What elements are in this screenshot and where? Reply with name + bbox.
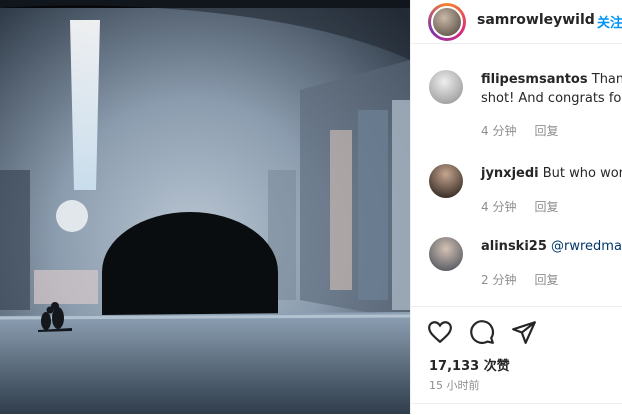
comment-item: alinski25 @rwredman 2 分钟 回复: [411, 237, 622, 307]
post-photo[interactable]: [0, 0, 410, 414]
comment-time: 2 分钟: [481, 273, 517, 287]
comment-text-line: alinski25 @rwredman: [481, 239, 622, 254]
commenter-avatar[interactable]: [429, 164, 463, 198]
author-username[interactable]: samrowleywild: [477, 12, 595, 28]
share-icon[interactable]: [511, 319, 537, 345]
like-count[interactable]: 17,133 次赞: [429, 355, 510, 374]
comment-text-continued: shot! And congrats fo: [481, 91, 622, 106]
commenter-avatar[interactable]: [429, 237, 463, 271]
comment-time: 4 分钟: [481, 200, 517, 214]
tube-tunnel-photo: [0, 0, 410, 414]
comment-text: But who won: [542, 166, 622, 181]
comment-username[interactable]: jynxjedi: [481, 166, 539, 181]
comment-text-line: jynxjedi But who won: [481, 166, 622, 181]
comment-meta: 2 分钟 回复: [481, 271, 558, 288]
comment-username[interactable]: filipesmsantos: [481, 72, 588, 87]
comment-text: Thank: [591, 72, 622, 87]
post-side-panel: samrowleywild 关注 filipesmsantos Thank sh…: [410, 0, 622, 414]
comment-meta: 4 分钟 回复: [481, 122, 558, 139]
comment-item: filipesmsantos Thank shot! And congrats …: [411, 70, 622, 140]
comment-text-line: filipesmsantos Thank: [481, 72, 622, 87]
post-header: samrowleywild 关注: [411, 0, 622, 44]
reply-button[interactable]: 回复: [534, 273, 558, 287]
divider: [411, 403, 622, 404]
comment-mention[interactable]: @rwredman: [551, 239, 622, 254]
post-time: 15 小时前: [429, 379, 480, 392]
follow-button[interactable]: 关注: [597, 12, 622, 31]
comment-item: jynxjedi But who won 4 分钟 回复: [411, 164, 622, 234]
commenter-avatar[interactable]: [429, 70, 463, 104]
post-actions: 17,133 次赞 15 小时前: [411, 306, 622, 415]
comment-time: 4 分钟: [481, 124, 517, 138]
comment-username[interactable]: alinski25: [481, 239, 547, 254]
author-avatar[interactable]: [431, 6, 463, 38]
comment-meta: 4 分钟 回复: [481, 198, 558, 215]
comment-icon[interactable]: [469, 319, 495, 345]
reply-button[interactable]: 回复: [534, 200, 558, 214]
reply-button[interactable]: 回复: [534, 124, 558, 138]
story-ring[interactable]: [428, 3, 466, 41]
heart-icon[interactable]: [427, 319, 453, 345]
